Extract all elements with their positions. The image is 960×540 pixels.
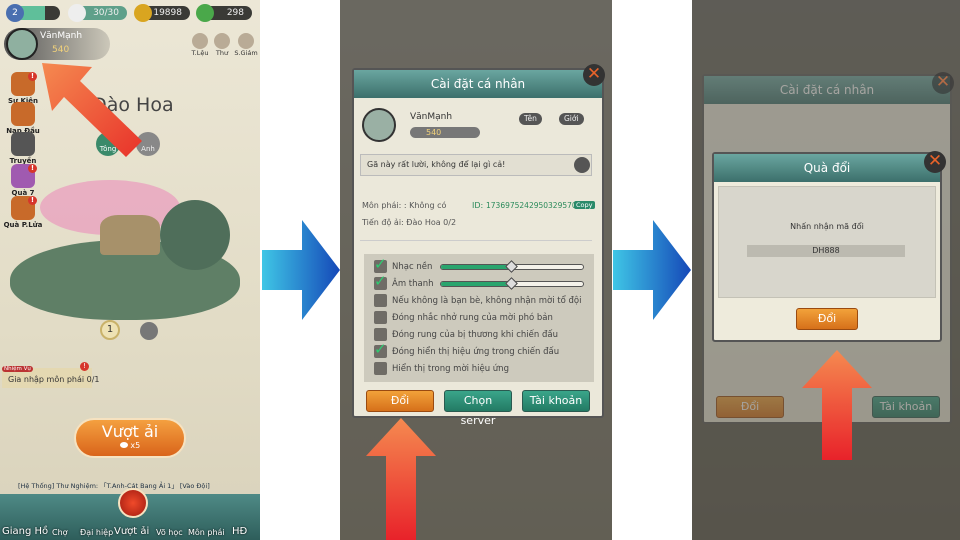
nav-heroes[interactable]: Đại hiệp	[80, 528, 113, 537]
redeem-code-input[interactable]: DH888	[747, 245, 905, 257]
quest-tracker[interactable]: Nhiệm Vụ Gia nhập môn phái 0/1 !	[2, 362, 100, 388]
icon-mail[interactable]: Thư	[212, 33, 232, 57]
chat-ticker[interactable]: [Hệ Thống] Thư Nghiệm: 「T.Anh-Cát Bang Ả…	[18, 480, 210, 490]
choose-server-button[interactable]: Chọn server	[444, 390, 512, 427]
red-arrow-pointer	[42, 63, 142, 157]
redeem-prompt: Nhấn nhận mã đổi	[790, 222, 864, 231]
music-volume-slider[interactable]	[440, 260, 584, 273]
sound-volume-slider[interactable]	[440, 277, 584, 290]
stamina-counter[interactable]: 30/30	[68, 4, 127, 22]
bun-icon	[119, 442, 128, 448]
checkbox-dungeon-vibrate[interactable]	[374, 311, 387, 324]
bottom-nav: Giang Hồ Chợ Đại hiệp Vượt ải Võ học Môn…	[0, 488, 260, 540]
leaf-gem-icon	[196, 4, 214, 22]
icon-t-lieu[interactable]: T.Lệu	[190, 33, 210, 57]
challenge-button[interactable]: Vượt ải x5	[74, 418, 186, 458]
show-effects-label: Hiển thị trong mời hiệu ứng	[392, 364, 509, 374]
redeem-dialog: Quà đổi Nhấn nhận mã đổi DH888 Đổi	[712, 152, 942, 342]
coin-counter[interactable]: 19898	[134, 4, 190, 22]
challenge-label: Vượt ải	[101, 422, 159, 441]
player-power: 540	[52, 45, 70, 55]
close-icon[interactable]: ✕	[583, 64, 605, 86]
level-icon: 2	[6, 4, 24, 22]
redeem-code-screen: Cài đặt cá nhân Đổi Tài khoản Quà đổi Nh…	[692, 0, 960, 540]
signature-box[interactable]: Gã này rất lười, không để lại gì cả!	[360, 154, 592, 176]
icon-s-giam[interactable]: S.Giám	[234, 33, 258, 57]
id-label: ID:	[472, 201, 484, 210]
nav-martial-arts[interactable]: Võ học	[156, 528, 183, 537]
stage-progress: Tiến độ ải: Đào Hoa 0/2	[362, 218, 457, 227]
edit-signature-icon[interactable]	[574, 157, 590, 173]
red-arrow-up	[802, 350, 872, 460]
red-arrow-up	[366, 418, 436, 540]
island-illustration	[10, 170, 240, 330]
redeem-button[interactable]: Đổi	[366, 390, 434, 412]
close-icon[interactable]: ✕	[924, 151, 946, 173]
nav-activities[interactable]: HĐ	[232, 526, 247, 537]
checkbox-show-effects[interactable]	[374, 362, 387, 375]
personal-settings-dialog: Cài đặt cá nhân VănMạnh 540 Tên Giới Gã …	[352, 68, 604, 427]
bun-icon	[68, 4, 86, 22]
nav-sect[interactable]: Môn phái	[188, 528, 225, 537]
checkbox-team-invite[interactable]	[374, 294, 387, 307]
personal-settings-screen: Cài đặt cá nhân VănMạnh 540 Tên Giới Gã …	[340, 0, 612, 540]
player-name: VănMạnh	[40, 31, 83, 41]
nav-market[interactable]: Chợ	[52, 528, 68, 537]
level-bar: 2	[6, 4, 60, 22]
locked-stage-marker[interactable]	[140, 322, 158, 340]
nav-challenge[interactable]: Vượt ải	[114, 526, 149, 537]
blue-arrow-right	[613, 220, 691, 320]
challenge-nav-emblem[interactable]	[118, 488, 148, 518]
redeem-dialog-title: Quà đổi	[714, 154, 940, 182]
checkbox-sound[interactable]	[374, 272, 387, 290]
close-settings-icon[interactable]: ✕	[932, 72, 954, 94]
confirm-redeem-button[interactable]: Đổi	[796, 308, 858, 330]
challenge-cost: x5	[130, 441, 141, 450]
quest-tag: Nhiệm Vụ	[2, 366, 33, 372]
power-bar: 540	[410, 127, 480, 138]
stage-marker[interactable]: 1	[100, 320, 120, 340]
gem-counter[interactable]: 298	[196, 4, 252, 22]
dialog-title: Cài đặt cá nhân	[354, 70, 602, 98]
avatar	[362, 108, 396, 142]
settings-list[interactable]: Nhạc nền Âm thanh Nếu không là bạn bè, k…	[364, 254, 594, 382]
nav-giang-ho[interactable]: Giang Hồ	[2, 526, 48, 537]
copy-id-button[interactable]: Copy	[574, 201, 595, 209]
account-button[interactable]: Tài khoản	[522, 390, 590, 412]
player-name: VănMạnh	[410, 112, 453, 122]
blue-arrow-right	[262, 220, 340, 320]
game-home-screen: 2 30/30 19898 298 VănMạnh 540 T.Lệu Thư …	[0, 0, 260, 540]
sect-info: Môn phái: : Không có	[362, 201, 447, 210]
coin-icon	[134, 4, 152, 22]
checkbox-battle-effects[interactable]	[374, 340, 387, 358]
divider	[360, 240, 592, 241]
quest-text: Gia nhập môn phái 0/1	[8, 375, 100, 384]
rename-button[interactable]: Tên	[519, 113, 542, 125]
player-id: 1736975242950329570	[486, 201, 577, 210]
gender-button[interactable]: Giới	[559, 113, 584, 125]
